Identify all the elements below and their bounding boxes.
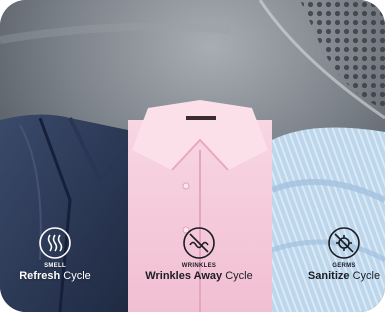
smell-waves-icon <box>39 227 71 259</box>
cycle-name-bold: Refresh <box>19 270 61 282</box>
cycle-name: Sanitize Cycle <box>308 270 380 283</box>
refresh-cycle-label: SMELL Refresh Cycle <box>19 226 91 283</box>
wrinkles-away-cycle-label: WRINKLES Wrinkles Away Cycle <box>145 226 253 283</box>
product-image-card: SMELL Refresh Cycle WRINKLES Wrinkles Aw… <box>0 0 385 312</box>
cycle-tag: GERMS <box>332 263 356 269</box>
sanitize-cycle-label: GERMS Sanitize Cycle <box>306 226 382 283</box>
cycle-name-light: Cycle <box>352 270 381 282</box>
cycle-name-light: Cycle <box>225 270 253 282</box>
cycle-tag: SMELL <box>44 263 66 269</box>
cycle-name-light: Cycle <box>63 270 91 282</box>
wrinkle-slash-icon <box>183 227 215 259</box>
cycle-name-bold: Wrinkles Away <box>145 270 223 282</box>
cycle-name: Wrinkles Away Cycle <box>145 270 252 283</box>
cycle-name-bold: Sanitize <box>307 270 350 282</box>
germ-slash-icon <box>328 227 360 259</box>
cycle-tag: WRINKLES <box>181 263 217 269</box>
cycle-name: Refresh Cycle <box>19 270 91 283</box>
